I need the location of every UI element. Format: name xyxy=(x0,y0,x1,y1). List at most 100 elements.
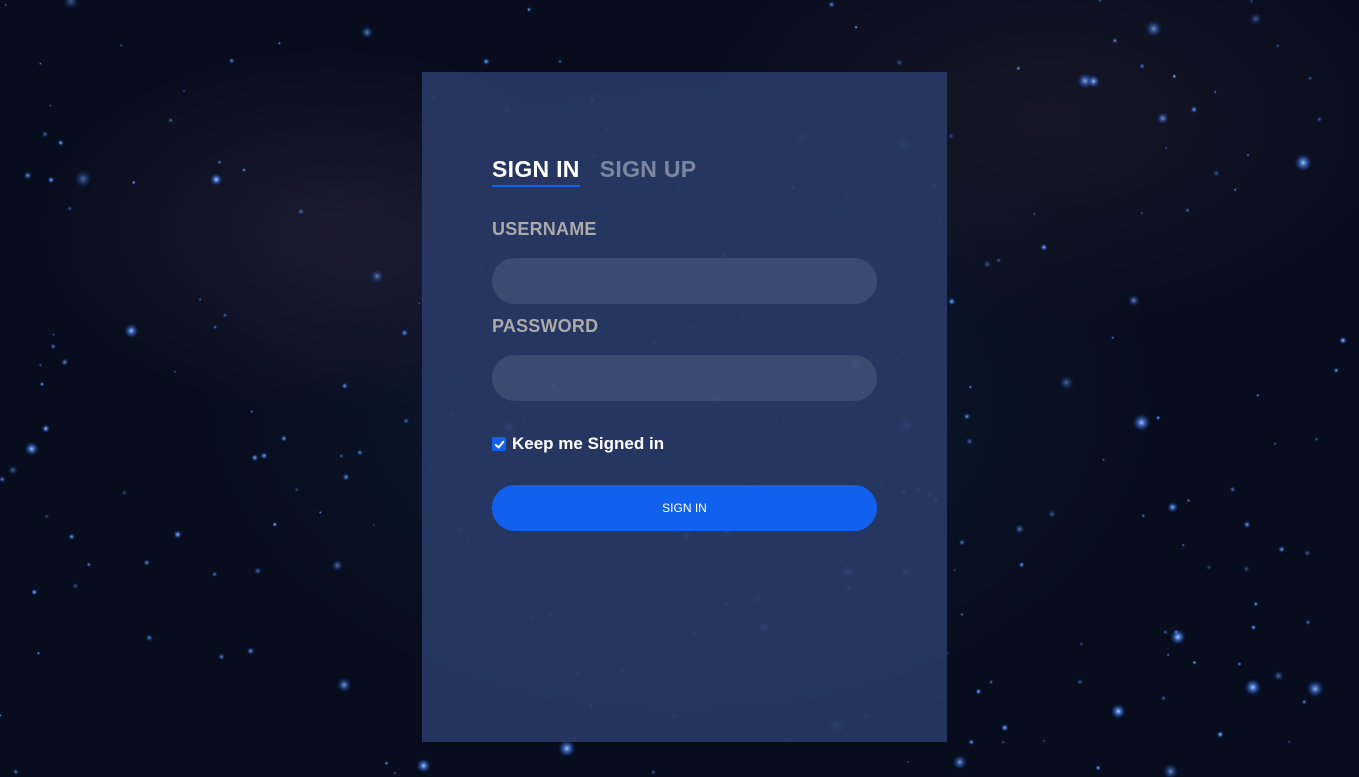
star-dot xyxy=(277,41,282,45)
tab-sign-in[interactable]: SIGN IN xyxy=(492,156,580,187)
keep-signed-in-label: Keep me Signed in xyxy=(512,434,665,453)
star-dot xyxy=(41,130,49,138)
star-dot xyxy=(38,62,43,66)
star-dot xyxy=(1246,153,1250,157)
star-dot xyxy=(280,435,288,442)
star-dot xyxy=(1018,561,1025,568)
star-dot xyxy=(1111,336,1115,340)
star-dot xyxy=(895,58,904,67)
star-dot xyxy=(294,487,300,493)
star-dot xyxy=(1294,153,1312,172)
star-dot xyxy=(370,269,384,283)
sign-in-button[interactable]: SIGN IN xyxy=(492,485,877,531)
auth-tabs: SIGN IN SIGN UP xyxy=(492,156,696,187)
star-dot xyxy=(173,370,177,374)
star-dot xyxy=(246,647,255,655)
star-dot xyxy=(1181,543,1186,547)
star-dot xyxy=(402,417,410,425)
star-dot xyxy=(952,754,968,770)
star-dot xyxy=(74,169,92,188)
star-dot xyxy=(68,533,76,541)
star-dot xyxy=(948,133,955,140)
star-dot xyxy=(906,760,910,764)
star-dot xyxy=(1095,764,1102,771)
star-dot xyxy=(218,653,225,661)
star-dot xyxy=(1166,653,1170,657)
star-dot xyxy=(39,381,45,387)
star-dot xyxy=(372,523,376,527)
star-dot xyxy=(1164,145,1169,150)
star-dot xyxy=(1237,661,1242,667)
star-dot xyxy=(318,510,322,515)
star-dot xyxy=(222,312,228,318)
star-dot xyxy=(1250,624,1257,631)
tab-sign-up[interactable]: SIGN UP xyxy=(600,156,697,187)
star-dot xyxy=(48,103,53,108)
star-dot xyxy=(1156,112,1169,125)
star-dot xyxy=(557,59,563,65)
star-dot xyxy=(1255,393,1260,398)
star-dot xyxy=(1139,63,1146,70)
star-dot xyxy=(1079,641,1084,647)
star-dot xyxy=(23,171,32,180)
star-dot xyxy=(1132,413,1151,432)
star-dot xyxy=(57,139,64,146)
star-dot xyxy=(1160,695,1167,702)
star-dot xyxy=(965,437,974,445)
star-dot xyxy=(1249,0,1254,4)
star-dot xyxy=(3,3,8,7)
username-input[interactable] xyxy=(492,258,877,304)
star-dot xyxy=(41,424,50,433)
star-dot xyxy=(558,739,576,758)
star-dot xyxy=(60,358,69,367)
star-dot xyxy=(1087,74,1100,88)
star-dot xyxy=(1140,513,1146,519)
star-dot xyxy=(1213,90,1217,94)
star-dot xyxy=(958,539,966,546)
star-dot xyxy=(1253,601,1259,607)
star-dot xyxy=(360,26,374,39)
star-dot xyxy=(1059,375,1074,390)
star-dot xyxy=(7,465,18,476)
star-dot xyxy=(1249,12,1263,26)
star-dot xyxy=(1273,441,1278,446)
star-dot xyxy=(217,159,222,165)
star-dot xyxy=(72,582,79,590)
star-dot xyxy=(62,0,80,10)
star-dot xyxy=(260,451,268,460)
star-dot xyxy=(86,562,92,568)
login-card: SIGN IN SIGN UP USERNAME PASSWORD Keep m… xyxy=(422,72,947,742)
star-dot xyxy=(1171,73,1177,79)
keep-signed-in-row: Keep me Signed in xyxy=(492,434,664,454)
star-dot xyxy=(119,43,123,48)
star-dot xyxy=(1001,740,1006,745)
star-dot xyxy=(384,761,389,766)
star-dot xyxy=(968,385,973,389)
star-dot xyxy=(121,490,127,496)
star-dot xyxy=(1206,564,1212,571)
star-dot xyxy=(1162,629,1168,635)
password-input[interactable] xyxy=(492,355,877,401)
star-dot xyxy=(1306,680,1324,698)
star-dot xyxy=(124,323,139,339)
star-dot xyxy=(31,588,38,596)
star-dot xyxy=(1042,739,1047,743)
star-dot xyxy=(12,768,19,775)
star-dot xyxy=(1273,670,1284,682)
star-dot xyxy=(854,25,859,30)
star-dot xyxy=(1278,545,1286,553)
star-dot xyxy=(947,297,956,306)
star-dot xyxy=(297,208,305,215)
star-dot xyxy=(1076,678,1084,686)
keep-signed-in-checkbox[interactable] xyxy=(492,437,506,451)
star-dot xyxy=(24,441,39,456)
star-dot xyxy=(131,180,136,185)
star-dot xyxy=(145,634,154,642)
star-dot xyxy=(66,205,73,212)
star-dot xyxy=(1316,116,1323,123)
star-dot xyxy=(996,257,1002,263)
star-dot xyxy=(1140,211,1144,215)
star-dot xyxy=(1212,169,1220,177)
star-dot xyxy=(1173,629,1180,635)
check-icon xyxy=(494,440,504,448)
